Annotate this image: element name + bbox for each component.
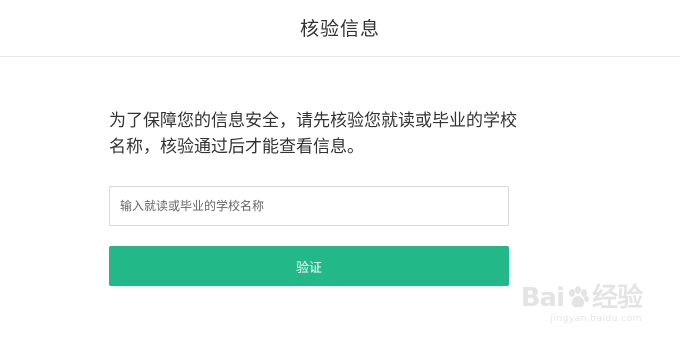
school-name-input[interactable] <box>109 186 509 226</box>
watermark: Bai 经验 jingyan.baidu.com <box>520 283 643 324</box>
watermark-logo: Bai 经验 <box>520 283 643 313</box>
baidu-paw-icon <box>568 286 589 308</box>
verification-description: 为了保障您的信息安全，请先核验您就读或毕业的学校名称，核验通过后才能查看信息。 <box>109 111 517 157</box>
page-header: 核验信息 <box>0 0 680 57</box>
watermark-brand-right: 经验 <box>591 283 643 313</box>
watermark-brand-left: Bai <box>520 283 565 313</box>
page-title: 核验信息 <box>299 17 380 40</box>
verification-page: 核验信息 为了保障您的信息安全，请先核验您就读或毕业的学校名称，核验通过后才能查… <box>0 0 680 342</box>
verify-button[interactable]: 验证 <box>109 246 509 286</box>
watermark-site: jingyan.baidu.com <box>550 314 642 324</box>
